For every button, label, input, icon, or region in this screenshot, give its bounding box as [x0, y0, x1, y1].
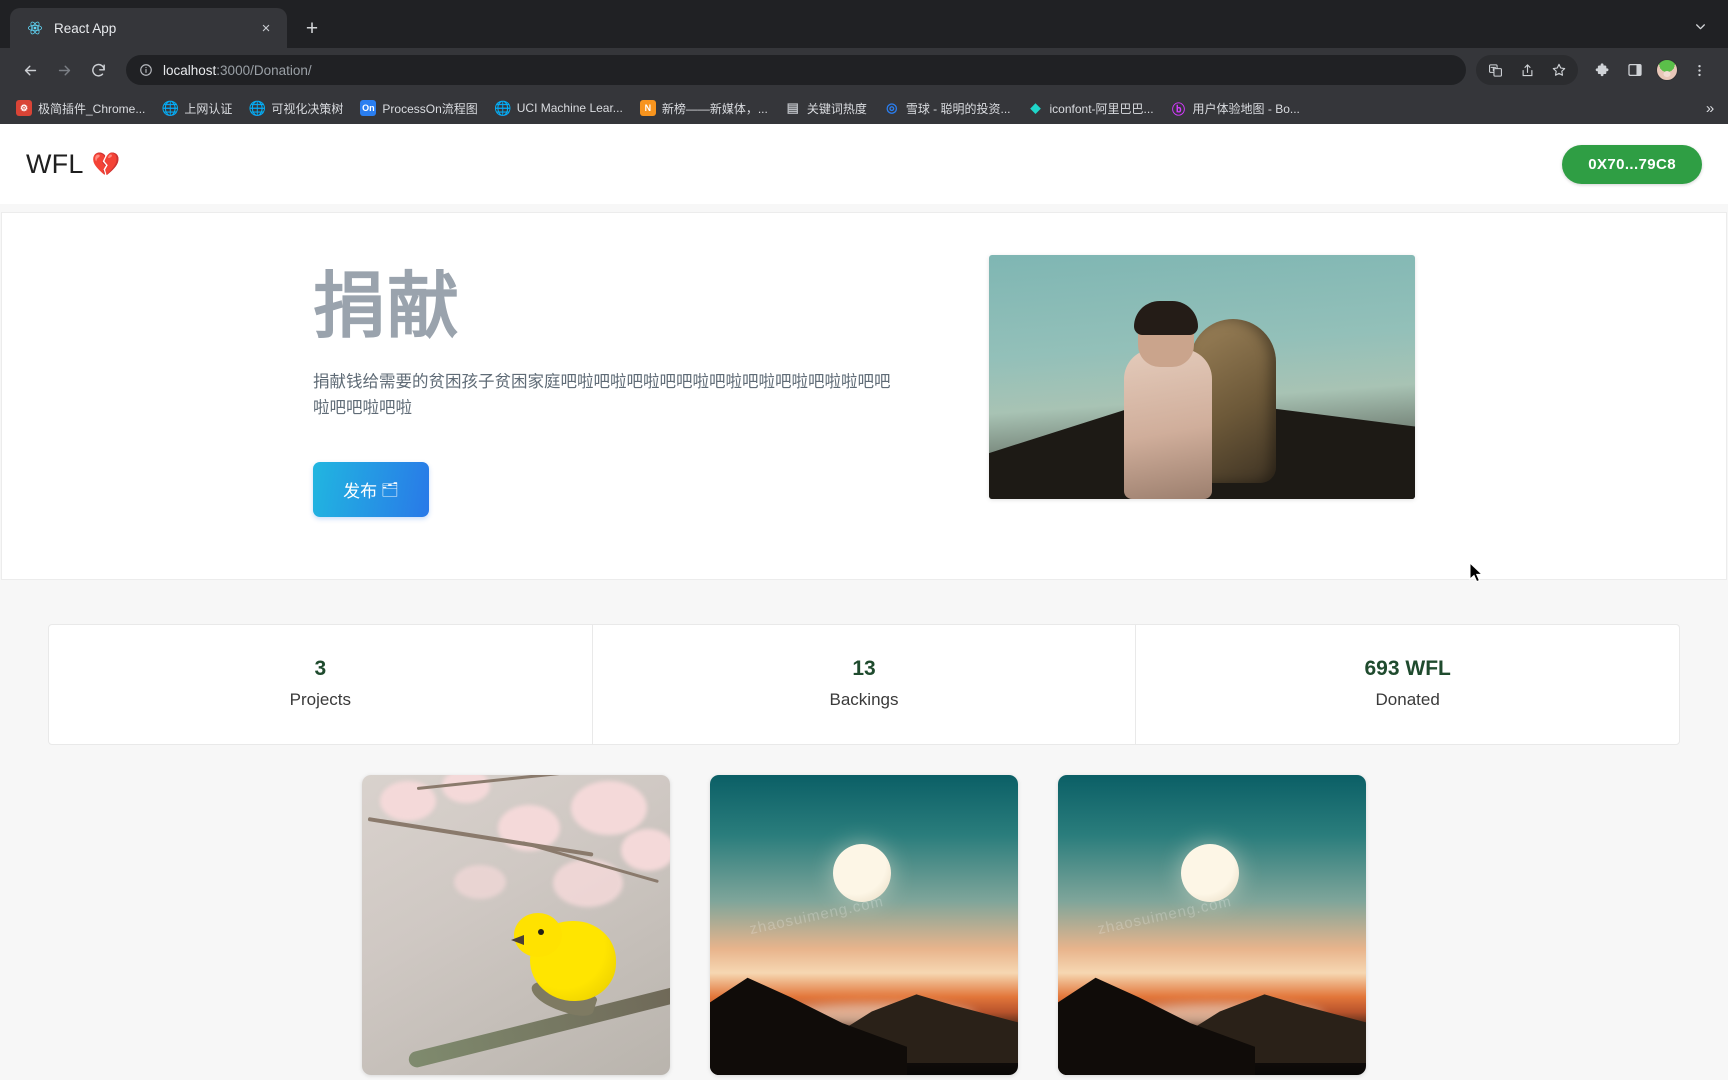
- hero-section: 捐献 捐献钱给需要的贫困孩子贫困家庭吧啦吧啦吧啦吧吧啦吧啦吧啦吧啦吧啦啦吧吧啦吧…: [0, 204, 1728, 580]
- stat-label: Donated: [1375, 690, 1440, 709]
- share-icon[interactable]: [1512, 55, 1542, 85]
- reload-icon[interactable]: [82, 54, 114, 86]
- stat-label: Backings: [829, 690, 899, 709]
- newrank-icon: N: [639, 100, 656, 116]
- stat-donated: 693 WFL Donated: [1136, 625, 1679, 744]
- url-text: localhost:3000/Donation/: [163, 63, 312, 78]
- stats-row: 3 Projects 13 Backings 693 WFL Donated: [48, 624, 1680, 745]
- boardmix-icon: ⓑ: [1172, 101, 1186, 117]
- project-card-bird[interactable]: [362, 775, 670, 1075]
- hero-image: [989, 255, 1415, 499]
- bookmark-item[interactable]: ▤ 关键词热度: [777, 96, 875, 121]
- profile-avatar[interactable]: [1652, 55, 1682, 85]
- url-host: localhost: [163, 62, 217, 78]
- bookmark-label: UCI Machine Lear...: [516, 101, 623, 115]
- url-path: :3000/Donation/: [216, 62, 312, 78]
- tab-react-app[interactable]: React App ×: [10, 8, 287, 48]
- bookmark-label: 极简插件_Chrome...: [38, 101, 146, 116]
- brand-logo[interactable]: WFL 💔: [26, 149, 120, 180]
- bookmark-label: 上网认证: [184, 101, 233, 116]
- publish-button[interactable]: 发布 🗂: [313, 462, 429, 518]
- extensions-puzzle-icon[interactable]: [1588, 55, 1618, 85]
- close-icon[interactable]: ×: [255, 17, 277, 39]
- broken-heart-icon: 💔: [91, 150, 121, 177]
- stat-value: 3: [314, 657, 327, 680]
- bookmark-label: iconfont-阿里巴巴...: [1049, 101, 1154, 116]
- bookmark-item[interactable]: ⚙ 极简插件_Chrome...: [8, 96, 153, 121]
- omnibox-action-group: [1476, 55, 1578, 85]
- bookmark-item[interactable]: ◆ iconfont-阿里巴巴...: [1020, 96, 1162, 121]
- xueqiu-icon: ◎: [886, 100, 898, 115]
- bookmarks-bar: ⚙ 极简插件_Chrome... 🌐 上网认证 🌐 可视化决策树 On Proc…: [0, 92, 1728, 124]
- site-header: WFL 💔 0X70...79C8: [0, 124, 1728, 204]
- brand-text: WFL: [26, 148, 84, 179]
- globe-icon: 🌐: [162, 100, 179, 116]
- bookmark-item[interactable]: 🌐 上网认证: [154, 96, 240, 121]
- address-bar[interactable]: localhost:3000/Donation/: [126, 55, 1466, 85]
- forward-icon[interactable]: [48, 54, 80, 86]
- bookmark-item[interactable]: On ProcessOn流程图: [352, 96, 485, 121]
- page-title: 捐献: [313, 267, 462, 347]
- back-icon[interactable]: [14, 54, 46, 86]
- bookmarks-overflow-icon[interactable]: »: [1698, 100, 1722, 117]
- bookmark-label: 可视化决策树: [271, 101, 344, 116]
- project-card-moon-2[interactable]: zhaosuimeng.com: [1058, 775, 1366, 1075]
- iconfont-icon: ◆: [1030, 100, 1041, 115]
- extension-icon: ⚙: [16, 100, 32, 116]
- stat-backings: 13 Backings: [593, 625, 1137, 744]
- hero-card: 捐献 捐献钱给需要的贫困孩子贫困家庭吧啦吧啦吧啦吧吧啦吧啦吧啦吧啦吧啦啦吧吧啦吧…: [1, 212, 1727, 580]
- bookmark-item[interactable]: N 新榜——新媒体，...: [632, 96, 776, 121]
- globe-icon: 🌐: [494, 100, 511, 116]
- bookmark-label: 关键词热度: [806, 101, 867, 116]
- mouse-cursor: [1469, 562, 1484, 583]
- browser-toolbar: localhost:3000/Donation/: [0, 48, 1728, 92]
- new-tab-button[interactable]: +: [297, 13, 327, 43]
- hero-description: 捐献钱给需要的贫困孩子贫困家庭吧啦吧啦吧啦吧吧啦吧啦吧啦吧啦吧啦啦吧吧啦吧吧啦吧…: [313, 372, 891, 418]
- stat-label: Projects: [289, 690, 352, 709]
- side-panel-icon[interactable]: [1620, 55, 1650, 85]
- browser-window: React App × + localhost:3000/Donation/ ⚙…: [0, 0, 1728, 1080]
- circle-info-icon[interactable]: [138, 62, 154, 78]
- folder-icon: ▤: [786, 100, 799, 115]
- bookmark-label: 用户体验地图 - Bo...: [1192, 101, 1300, 116]
- stat-value: 693 WFL: [1364, 657, 1451, 680]
- bookmark-label: 新榜——新媒体，...: [661, 101, 768, 116]
- bookmark-item[interactable]: ◎ 雪球 - 聪明的投资...: [876, 96, 1019, 121]
- page-viewport: WFL 💔 0X70...79C8 捐献 捐献钱给需要的贫困孩子贫困家庭吧啦吧啦…: [0, 124, 1728, 1080]
- project-card-moon-1[interactable]: zhaosuimeng.com: [710, 775, 1018, 1075]
- stat-projects: 3 Projects: [49, 625, 593, 744]
- bookmark-label: ProcessOn流程图: [382, 101, 478, 116]
- chevron-down-icon[interactable]: [1686, 12, 1714, 40]
- translate-icon[interactable]: [1480, 55, 1510, 85]
- project-cards-row: zhaosuimeng.com zhaosuimeng.com: [0, 775, 1728, 1075]
- globe-icon: 🌐: [249, 100, 266, 116]
- tab-strip: React App × +: [0, 0, 1728, 48]
- publish-icon: 🗂: [381, 481, 399, 498]
- bookmark-item[interactable]: ⓑ 用户体验地图 - Bo...: [1163, 96, 1308, 121]
- bookmark-item[interactable]: 🌐 可视化决策树: [241, 96, 351, 121]
- publish-button-label: 发布: [343, 482, 378, 502]
- processon-icon: On: [360, 100, 377, 116]
- bookmark-item[interactable]: 🌐 UCI Machine Lear...: [487, 96, 631, 120]
- tab-title: React App: [54, 20, 117, 36]
- react-atom-icon: [26, 19, 44, 37]
- bookmark-label: 雪球 - 聪明的投资...: [905, 101, 1011, 116]
- stat-value: 13: [852, 657, 876, 680]
- hero-text-column: 捐献 捐献钱给需要的贫困孩子贫困家庭吧啦吧啦吧啦吧吧啦吧啦吧啦吧啦吧啦啦吧吧啦吧…: [313, 255, 893, 518]
- wallet-address-button[interactable]: 0X70...79C8: [1562, 144, 1702, 184]
- chrome-menu-icon[interactable]: [1684, 55, 1714, 85]
- bookmark-star-icon[interactable]: [1544, 55, 1574, 85]
